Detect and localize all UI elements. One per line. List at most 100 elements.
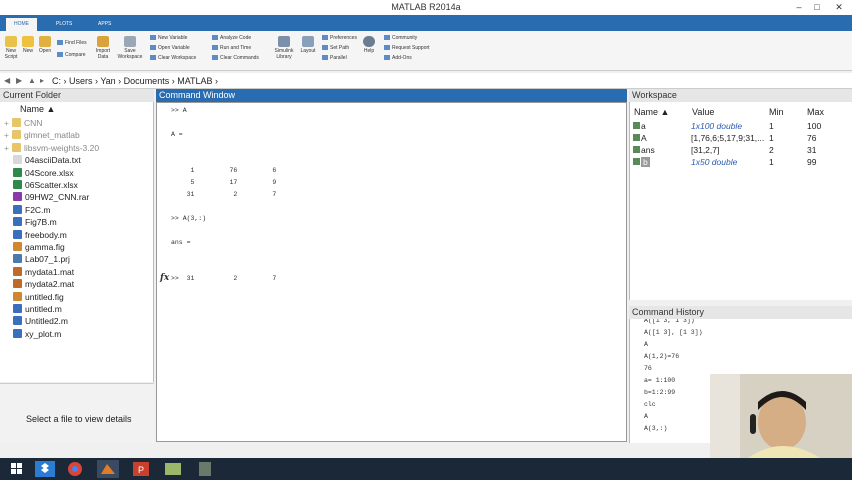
file-list-item[interactable]: + libsvm-weights-3.20 (4, 142, 99, 154)
file-list-item[interactable]: mydata2.mat (13, 278, 74, 290)
compare-button[interactable]: Compare (57, 52, 86, 58)
layout-button[interactable]: Layout (299, 36, 317, 54)
tab-apps[interactable]: APPS (90, 18, 119, 31)
chrome-icon[interactable] (62, 460, 88, 478)
simulink-library-label: Simulink Library (274, 48, 294, 60)
column-header-name[interactable]: Name ▲ (20, 104, 55, 114)
run-and-time-label: Run and Time (220, 45, 252, 51)
forward-icon[interactable]: ▶ (16, 76, 22, 85)
file-list-item[interactable]: 04asciiData.txt (13, 154, 81, 166)
folder-open-icon (39, 36, 51, 47)
preferences-label: Preferences (330, 35, 357, 41)
parallel-button[interactable]: Parallel (322, 55, 347, 61)
expand-icon[interactable]: + (4, 143, 9, 153)
clear-commands-button[interactable]: Clear Commands (212, 55, 259, 61)
file-list-item[interactable]: + CNN (4, 117, 42, 129)
set-path-button[interactable]: Set Path (322, 45, 349, 51)
community-button[interactable]: Community (384, 35, 417, 41)
file-list-item[interactable]: Lab07_1.prj (13, 253, 70, 265)
file-list-item[interactable]: mydata1.mat (13, 266, 74, 278)
simulink-library-button[interactable]: Simulink Library (272, 36, 296, 60)
history-item[interactable]: b=1:2:99 (644, 389, 675, 396)
file-name: untitled.m (25, 304, 62, 314)
file-name: glmnet_matlab (23, 130, 80, 141)
ws-cell-min: 1 (769, 133, 774, 143)
expand-icon[interactable]: + (4, 118, 9, 128)
help-label: Help (363, 48, 375, 54)
ws-col-max[interactable]: Max (807, 107, 824, 117)
file-list-item[interactable]: untitled.fig (13, 291, 64, 303)
ws-col-name[interactable]: Name ▲ (634, 107, 669, 117)
back-icon[interactable]: ◀ (4, 76, 10, 85)
ws-col-min[interactable]: Min (769, 107, 784, 117)
history-item[interactable]: a= 1:100 (644, 377, 675, 384)
history-item[interactable]: 76 (644, 365, 652, 372)
maximize-button[interactable]: □ (808, 0, 826, 15)
request-support-button[interactable]: Request Support (384, 45, 430, 51)
clear-workspace-button[interactable]: Clear Workspace (150, 55, 196, 61)
new-variable-button[interactable]: New Variable (150, 35, 187, 41)
powerpoint-icon[interactable]: P (128, 460, 154, 478)
history-item[interactable]: A(1,2)=76 (644, 353, 679, 360)
matrix-icon (633, 146, 640, 153)
open-variable-button[interactable]: Open Variable (150, 45, 190, 51)
history-item[interactable]: A([1 3], [1 3]) (644, 329, 703, 336)
command-window[interactable]: >> A A = 1 76 6 5 17 9 31 2 7 >> A(3,:) ans… (156, 102, 627, 442)
expand-icon[interactable]: + (4, 130, 9, 140)
tab-home[interactable]: HOME (6, 18, 37, 31)
browse-folder-icon[interactable]: ▸ (40, 76, 44, 85)
file-list-item[interactable]: F2C.m (13, 204, 51, 216)
minimize-button[interactable]: – (790, 0, 808, 15)
file-icon (13, 316, 22, 326)
clear-commands-label: Clear Commands (220, 55, 259, 61)
help-button[interactable]: Help (362, 36, 376, 54)
close-button[interactable]: ✕ (830, 0, 848, 15)
new-button[interactable]: New (21, 36, 35, 54)
run-and-time-button[interactable]: Run and Time (212, 45, 251, 51)
file-list-item[interactable]: Untitled2.m (13, 315, 68, 327)
compare-icon (57, 52, 63, 58)
ws-cell-value: [1,76,6;5,17,9;31,... (691, 133, 765, 143)
new-script-button[interactable]: New Script (3, 36, 19, 60)
matlab-icon[interactable] (95, 460, 121, 478)
save-workspace-button[interactable]: Save Workspace (117, 36, 143, 60)
dropbox-icon[interactable] (32, 460, 58, 478)
file-name: Fig7B.m (25, 217, 57, 228)
file-list-item[interactable]: 09HW2_CNN.rar (13, 191, 89, 203)
file-icon (13, 204, 22, 214)
history-item[interactable]: clc (644, 401, 656, 408)
file-list-item[interactable]: xy_plot.m (13, 328, 61, 340)
new-script-label: New Script (4, 48, 18, 60)
history-item[interactable]: A (644, 341, 648, 348)
save-icon (124, 36, 136, 47)
import-data-button[interactable]: Import Data (93, 36, 113, 60)
history-item[interactable]: A (644, 413, 648, 420)
file-list-item[interactable]: 06Scatter.xlsx (13, 179, 78, 191)
add-ons-button[interactable]: Add-Ons (384, 55, 412, 61)
history-item[interactable]: A([1 3, 1 3]) (644, 319, 695, 324)
file-icon (13, 254, 22, 264)
file-list-item[interactable]: Fig7B.m (13, 216, 57, 228)
app-icon[interactable] (192, 460, 218, 478)
file-list-item[interactable]: + glmnet_matlab (4, 129, 80, 141)
file-list-item[interactable]: 04Score.xlsx (13, 167, 74, 179)
ws-col-value[interactable]: Value (692, 107, 714, 117)
file-list-item[interactable]: untitled.m (13, 303, 62, 315)
preferences-button[interactable]: Preferences (322, 35, 357, 41)
ws-cell-max: 99 (807, 157, 817, 167)
current-path[interactable]: C: › Users › Yan › Documents › MATLAB › (52, 76, 218, 86)
file-list-item[interactable]: freebody.m (13, 229, 67, 241)
fx-icon[interactable]: fx (160, 273, 169, 283)
command-prompt[interactable]: >> (171, 275, 179, 282)
tab-plots[interactable]: PLOTS (48, 18, 80, 31)
windows-start-icon[interactable] (4, 460, 30, 478)
open-button[interactable]: Open (37, 36, 53, 54)
history-item[interactable]: A(3,:) (644, 425, 667, 432)
clock-icon (212, 45, 218, 51)
find-files-button[interactable]: Find Files (57, 40, 87, 46)
photos-icon[interactable] (160, 460, 186, 478)
up-folder-icon[interactable]: ▲ (28, 76, 36, 85)
file-list-item[interactable]: gamma.fig (13, 241, 65, 253)
clear-icon (212, 55, 218, 61)
analyze-code-button[interactable]: Analyze Code (212, 35, 251, 41)
